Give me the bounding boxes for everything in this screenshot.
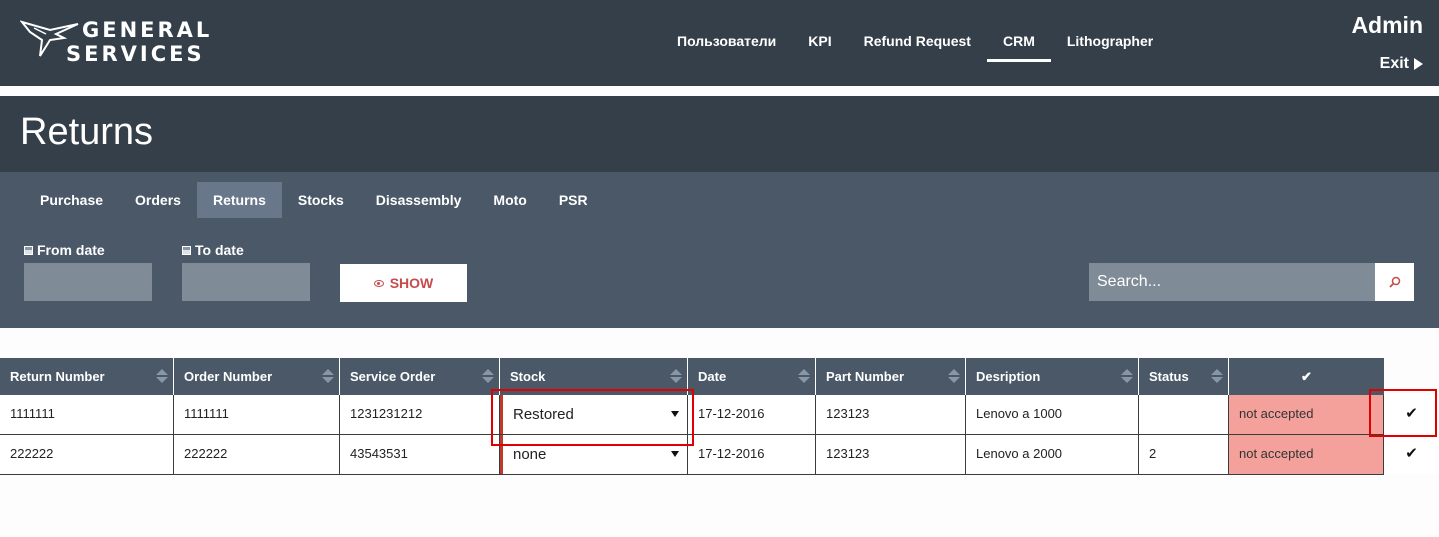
cell-order-number: 222222 <box>174 435 340 474</box>
cell-status <box>1139 395 1229 434</box>
sort-icon[interactable] <box>155 369 168 385</box>
stock-select-value: none <box>513 446 547 463</box>
nav-item-crm[interactable]: CRM <box>986 30 1051 62</box>
cell-order-number: 1111111 <box>174 395 340 434</box>
table-header: Return Number Order Number Service Order… <box>0 358 1384 395</box>
tab-disassembly[interactable]: Disassembly <box>360 182 478 218</box>
filter-panel: Purchase Orders Returns Stocks Disassemb… <box>0 172 1439 328</box>
cell-status: 2 <box>1139 435 1229 474</box>
stock-select[interactable]: none <box>500 435 688 474</box>
status-badge: not accepted <box>1229 395 1384 434</box>
show-button-label: SHOW <box>389 275 434 291</box>
checkmark-icon: ✔ <box>1405 405 1418 422</box>
col-header-return-number[interactable]: Return Number <box>0 358 174 395</box>
sort-icon[interactable] <box>1120 369 1133 385</box>
to-date-input[interactable] <box>182 263 310 301</box>
status-badge: not accepted <box>1229 435 1384 474</box>
table-row: 1111111 1111111 1231231212 Restored 17-1… <box>0 395 1439 435</box>
col-header-stock[interactable]: Stock <box>500 358 688 395</box>
stock-select[interactable]: Restored <box>500 395 688 434</box>
top-header: GENERAL SERVICES Пользователи KPI Refund… <box>0 0 1439 86</box>
col-header-order-number[interactable]: Order Number <box>174 358 340 395</box>
title-band: Returns <box>0 96 1439 172</box>
calendar-icon <box>182 245 191 255</box>
search-button[interactable] <box>1375 263 1414 301</box>
user-name: Admin <box>1351 12 1423 38</box>
cell-date: 17-12-2016 <box>688 435 816 474</box>
cell-return-number: 222222 <box>0 435 174 474</box>
tab-orders[interactable]: Orders <box>119 182 197 218</box>
dropdown-caret-icon <box>671 451 679 457</box>
cell-service-order: 43543531 <box>340 435 500 474</box>
col-header-status[interactable]: Status <box>1139 358 1229 395</box>
table-row: 222222 222222 43543531 none 17-12-2016 1… <box>0 435 1439 475</box>
cell-return-number: 1111111 <box>0 395 174 434</box>
cell-date: 17-12-2016 <box>688 395 816 434</box>
tab-stocks[interactable]: Stocks <box>282 182 360 218</box>
from-date-input[interactable] <box>24 263 152 301</box>
col-header-date[interactable]: Date <box>688 358 816 395</box>
tab-psr[interactable]: PSR <box>543 182 604 218</box>
cell-service-order: 1231231212 <box>340 395 500 434</box>
col-header-description[interactable]: Desription <box>966 358 1139 395</box>
sort-icon[interactable] <box>1210 369 1223 385</box>
search-icon <box>1388 276 1400 288</box>
col-header-part-number[interactable]: Part Number <box>816 358 966 395</box>
eye-icon <box>373 279 384 287</box>
section-tabs: Purchase Orders Returns Stocks Disassemb… <box>24 182 604 218</box>
accept-button[interactable]: ✔ <box>1384 435 1439 474</box>
logo-text-line2: SERVICES <box>66 42 205 66</box>
calendar-icon <box>24 245 33 255</box>
nav-item-kpi[interactable]: KPI <box>792 30 847 62</box>
nav-item-lithographer[interactable]: Lithographer <box>1051 30 1169 62</box>
main-nav: Пользователи KPI Refund Request CRM Lith… <box>661 30 1169 62</box>
dropdown-caret-icon <box>671 411 679 417</box>
sort-icon[interactable] <box>797 369 810 385</box>
from-date-label-text: From date <box>37 242 105 258</box>
show-button[interactable]: SHOW <box>340 264 467 302</box>
cell-part-number: 123123 <box>816 395 966 434</box>
stock-select-value: Restored <box>513 406 574 423</box>
cell-description: Lenovo a 1000 <box>966 395 1139 434</box>
checkmark-icon: ✔ <box>1405 445 1418 462</box>
sort-icon[interactable] <box>321 369 334 385</box>
sort-icon[interactable] <box>669 369 682 385</box>
sort-icon[interactable] <box>481 369 494 385</box>
tab-purchase[interactable]: Purchase <box>24 182 119 218</box>
nav-item-refund-request[interactable]: Refund Request <box>848 30 987 62</box>
cell-part-number: 123123 <box>816 435 966 474</box>
from-date-label: From date <box>24 242 105 258</box>
company-logo[interactable]: GENERAL SERVICES <box>20 18 230 66</box>
exit-button[interactable]: Exit <box>1380 55 1423 73</box>
page-title: Returns <box>20 111 154 153</box>
tab-returns[interactable]: Returns <box>196 182 282 218</box>
accept-button[interactable]: ✔ <box>1384 395 1439 434</box>
nav-item-users[interactable]: Пользователи <box>661 30 792 62</box>
checkmark-icon: ✔ <box>1301 369 1312 384</box>
search-input[interactable]: Search... <box>1089 263 1375 301</box>
to-date-label: To date <box>182 242 244 258</box>
tab-moto[interactable]: Moto <box>477 182 542 218</box>
sort-icon[interactable] <box>947 369 960 385</box>
logo-text-line1: GENERAL <box>82 18 213 42</box>
col-header-check: ✔ <box>1229 358 1384 395</box>
play-arrow-icon <box>1414 58 1423 70</box>
col-header-service-order[interactable]: Service Order <box>340 358 500 395</box>
to-date-label-text: To date <box>195 242 244 258</box>
exit-label: Exit <box>1379 55 1409 72</box>
cell-description: Lenovo a 2000 <box>966 435 1139 474</box>
